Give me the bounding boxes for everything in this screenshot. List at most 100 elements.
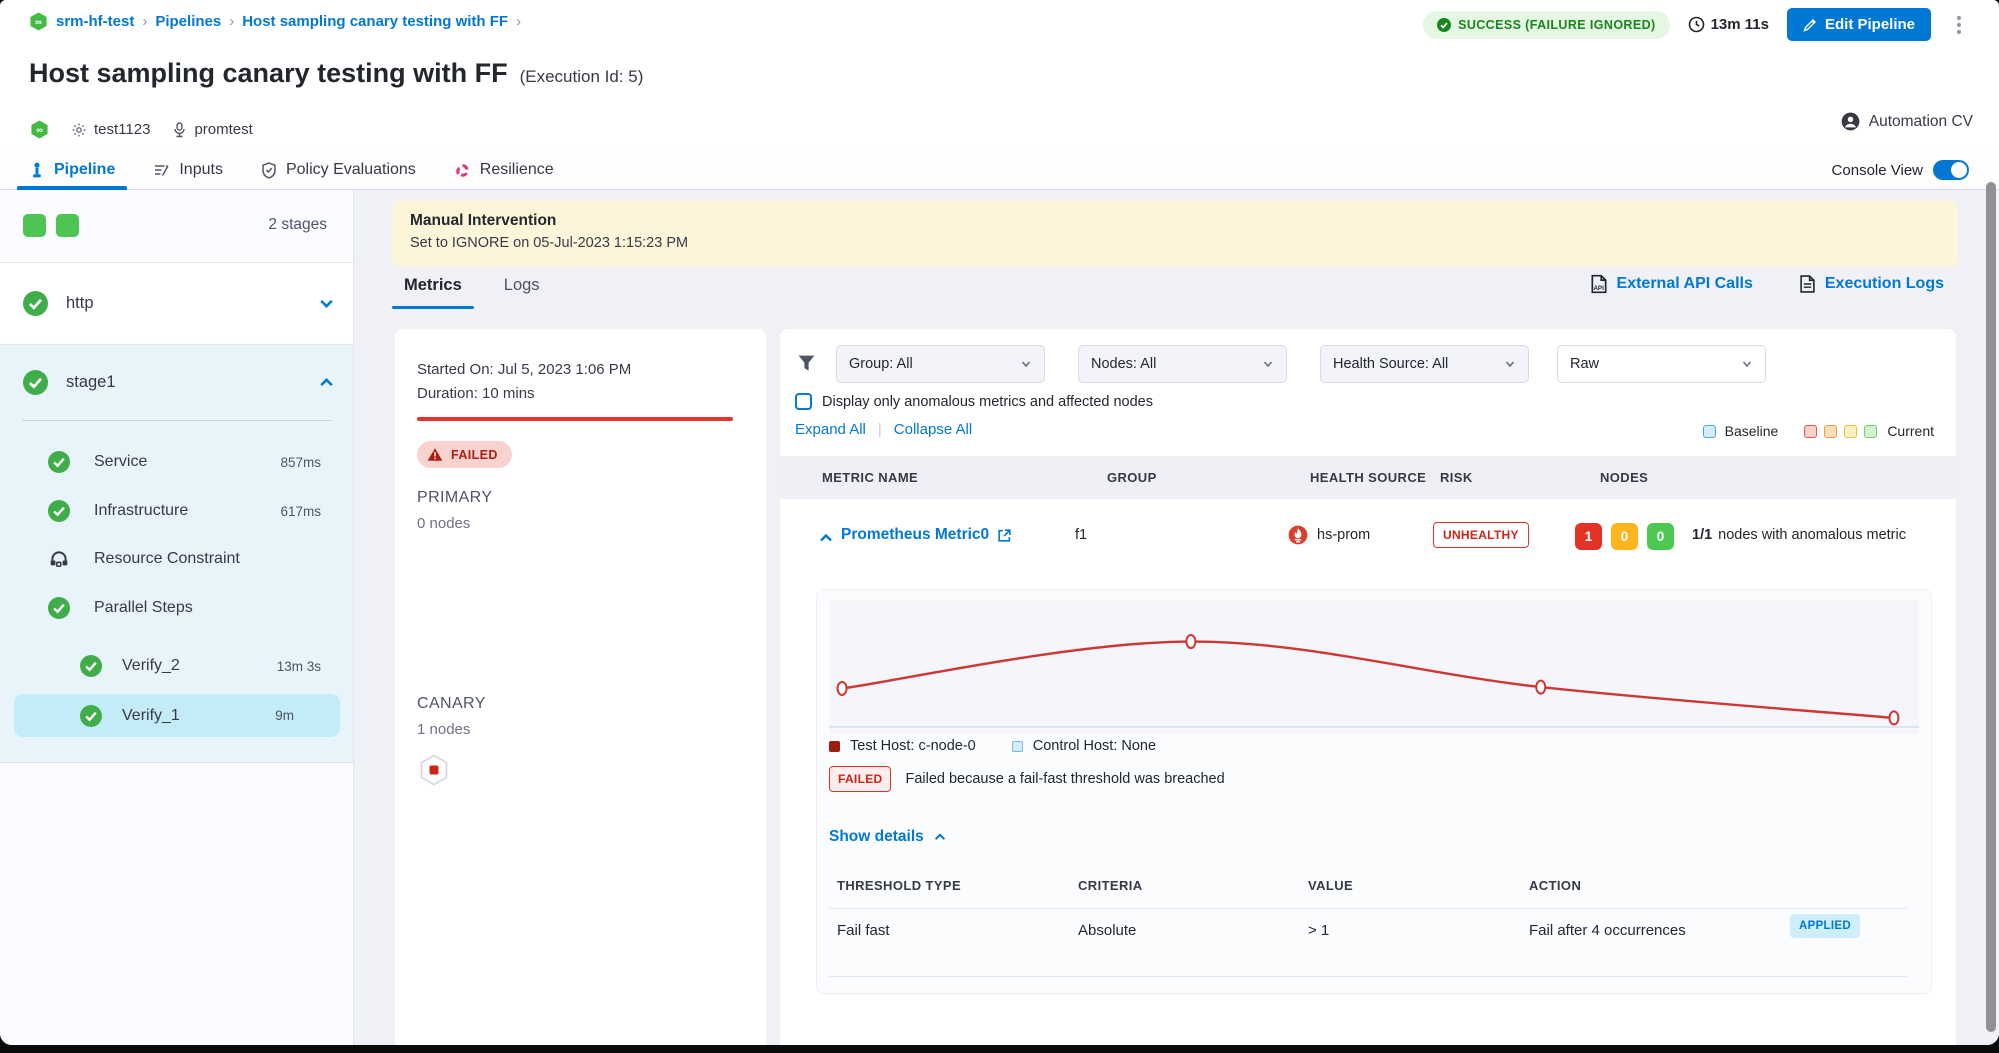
- success-check-icon: [23, 370, 48, 395]
- node-count-amber: 0: [1611, 523, 1638, 550]
- banner-subtitle: Set to IGNORE on 05-Jul-2023 1:15:23 PM: [410, 235, 1940, 251]
- pipeline-icon: [29, 162, 45, 179]
- more-options-menu[interactable]: [1949, 12, 1969, 38]
- group-filter-dropdown[interactable]: Group: All: [836, 345, 1045, 383]
- tab-pipeline[interactable]: Pipeline: [29, 150, 115, 190]
- banner-title: Manual Intervention: [410, 212, 1940, 230]
- stages-count: 2 stages: [268, 216, 327, 234]
- chevron-down-icon: [1020, 358, 1032, 370]
- metric-line-chart: [829, 600, 1919, 734]
- prometheus-icon: [1288, 525, 1308, 545]
- service-tag[interactable]: test1123: [71, 121, 150, 138]
- analysis-failed-badge: FAILED: [829, 766, 891, 792]
- step-verify-2[interactable]: Verify_2 13m 3s: [0, 647, 353, 685]
- tab-metrics[interactable]: Metrics: [404, 276, 462, 309]
- primary-label: PRIMARY: [417, 489, 492, 507]
- svg-text:API: API: [1593, 285, 1604, 292]
- tab-policy-evaluations[interactable]: Policy Evaluations: [261, 150, 416, 190]
- success-check-icon: [80, 655, 102, 677]
- chart-legend: Test Host: c-node-0 Control Host: None: [829, 738, 1156, 754]
- control-host-label: Control Host: None: [1033, 738, 1156, 754]
- health-source-filter-dropdown[interactable]: Health Source: All: [1320, 345, 1529, 383]
- anomalous-only-checkbox[interactable]: [795, 393, 812, 410]
- verification-summary-panel: Started On: Jul 5, 2023 1:06 PM Duration…: [395, 329, 766, 1045]
- current-swatch-orange: [1824, 425, 1837, 438]
- health-source-icon: [172, 122, 187, 138]
- expand-all-link[interactable]: Expand All: [795, 421, 866, 438]
- filter-icon[interactable]: [797, 354, 816, 373]
- step-resource-constraint[interactable]: Resource Constraint: [0, 540, 353, 578]
- breadcrumb-separator: ›: [229, 13, 234, 30]
- breadcrumb-separator: ›: [142, 13, 147, 30]
- chevron-down-icon[interactable]: [318, 295, 335, 312]
- metric-row[interactable]: Prometheus Metric0 f1 hs-prom: [780, 499, 1956, 577]
- external-api-calls-link[interactable]: API External API Calls: [1590, 274, 1753, 294]
- app-window: ∞ srm-hf-test › Pipelines › Host samplin…: [0, 0, 1999, 1045]
- status-badge: SUCCESS (FAILURE IGNORED): [1423, 11, 1670, 39]
- breadcrumb-pipeline-name[interactable]: Host sampling canary testing with FF: [242, 13, 508, 30]
- breadcrumb-project[interactable]: srm-hf-test: [56, 13, 134, 30]
- srm-module-icon: ∞: [29, 12, 48, 31]
- canary-node-hexagon[interactable]: [419, 754, 449, 786]
- run-duration: Duration: 10 mins: [417, 385, 535, 402]
- execution-logs-link[interactable]: Execution Logs: [1799, 274, 1944, 294]
- verification-failed-badge: FAILED: [417, 441, 512, 468]
- threshold-value-cell: > 1: [1308, 922, 1329, 939]
- current-swatch-yellow: [1844, 425, 1857, 438]
- console-view-toggle[interactable]: [1933, 160, 1969, 180]
- page-title: Host sampling canary testing with FF: [29, 58, 508, 89]
- srm-module-icon: ∞: [30, 120, 49, 139]
- show-details-link[interactable]: Show details: [829, 828, 947, 846]
- collapse-all-link[interactable]: Collapse All: [894, 421, 972, 438]
- current-swatch-green: [1864, 425, 1877, 438]
- page-header: ∞ srm-hf-test › Pipelines › Host samplin…: [0, 0, 1999, 150]
- edit-pipeline-button[interactable]: Edit Pipeline: [1787, 8, 1931, 41]
- sidebar-stage-stage1[interactable]: stage1: [0, 345, 353, 420]
- step-parallel-steps[interactable]: Parallel Steps: [0, 589, 353, 627]
- content-area: 2 stages http stage1: [0, 190, 1999, 1045]
- current-swatch-red: [1804, 425, 1817, 438]
- resilience-icon: [454, 162, 471, 179]
- started-on: Started On: Jul 5, 2023 1:06 PM: [417, 361, 631, 378]
- baseline-swatch: [1703, 425, 1716, 438]
- shield-check-icon: [261, 162, 277, 179]
- warning-triangle-icon: [427, 447, 443, 462]
- user-icon: [1841, 112, 1860, 131]
- nodes-filter-dropdown[interactable]: Nodes: All: [1078, 345, 1287, 383]
- threshold-action-cell: Fail after 4 occurrences: [1529, 922, 1686, 939]
- collapse-row-chevron-icon[interactable]: [818, 530, 834, 546]
- threshold-table-header: ACTION: [1529, 878, 1581, 893]
- analysis-failed-message: Failed because a fail-fast threshold was…: [905, 771, 1224, 787]
- risk-badge: UNHEALTHY: [1433, 522, 1529, 548]
- tab-inputs[interactable]: Inputs: [153, 150, 223, 190]
- stage-status-square: [23, 214, 46, 237]
- step-infrastructure[interactable]: Infrastructure 617ms: [0, 492, 353, 530]
- svg-text:∞: ∞: [36, 125, 43, 136]
- metric-table-header: METRIC NAME GROUP HEALTH SOURCE RISK NOD…: [780, 456, 1956, 499]
- threshold-type-cell: Fail fast: [837, 922, 890, 939]
- step-service[interactable]: Service 857ms: [0, 443, 353, 481]
- chevron-down-icon: [1504, 358, 1516, 370]
- success-check-icon: [48, 451, 70, 473]
- chevron-up-icon[interactable]: [318, 374, 335, 391]
- success-check-icon: [48, 500, 70, 522]
- step-verify-1[interactable]: Verify_1 9m: [14, 694, 340, 737]
- external-link-icon: [997, 528, 1012, 543]
- sidebar-stage-http[interactable]: http: [0, 263, 353, 345]
- env-tag[interactable]: promtest: [172, 121, 252, 138]
- anomalous-only-label: Display only anomalous metrics and affec…: [822, 394, 1153, 410]
- success-check-icon: [23, 291, 48, 316]
- threshold-criteria-cell: Absolute: [1078, 922, 1136, 939]
- nodes-summary: 1/1nodes with anomalous metric: [1692, 527, 1906, 543]
- chevron-down-icon: [1262, 358, 1274, 370]
- metric-name-link[interactable]: Prometheus Metric0: [841, 526, 1012, 544]
- api-document-icon: API: [1590, 274, 1608, 294]
- page-scrollbar[interactable]: [1986, 182, 1996, 1032]
- tab-resilience[interactable]: Resilience: [454, 150, 554, 190]
- check-circle-icon: [1437, 18, 1451, 32]
- metrics-panel: Group: All Nodes: All Health Source: All: [780, 329, 1956, 1045]
- pencil-icon: [1803, 18, 1817, 32]
- tab-logs[interactable]: Logs: [504, 276, 540, 309]
- data-mode-dropdown[interactable]: Raw: [1557, 345, 1766, 383]
- breadcrumb-pipelines[interactable]: Pipelines: [155, 13, 221, 30]
